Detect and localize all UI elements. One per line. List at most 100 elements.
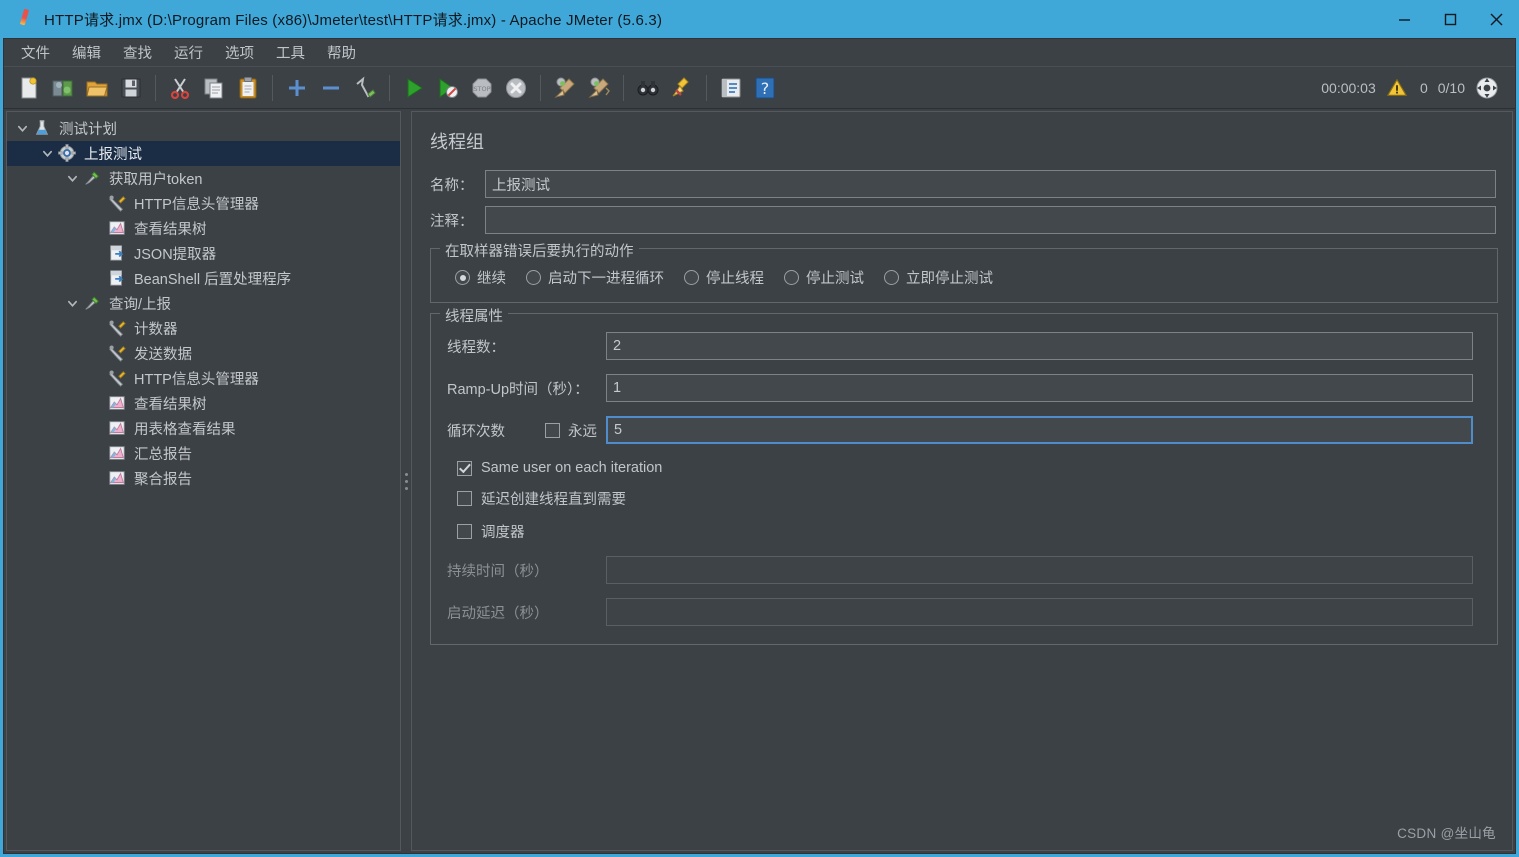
same-user-checkbox[interactable] <box>457 460 472 476</box>
tree-node-1[interactable]: 上报测试 <box>7 141 400 166</box>
on-error-radio-2[interactable]: 停止线程 <box>684 267 764 288</box>
tree-node-5[interactable]: JSON提取器 <box>7 241 400 266</box>
scheduler-row[interactable]: 调度器 <box>441 515 1487 548</box>
on-error-radio-4[interactable]: 立即停止测试 <box>884 267 993 288</box>
chevron-down-icon[interactable] <box>11 123 33 134</box>
menu-file[interactable]: 文件 <box>10 39 61 66</box>
on-error-radio-3[interactable]: 停止测试 <box>784 267 864 288</box>
tree-node-label: 测试计划 <box>59 122 117 138</box>
radio-indicator[interactable] <box>684 270 699 285</box>
open-folder-icon[interactable] <box>80 71 114 105</box>
on-error-radio-0[interactable]: 继续 <box>455 267 506 288</box>
function-helper-icon[interactable] <box>714 71 748 105</box>
listener-chart-icon <box>108 469 128 489</box>
radio-indicator[interactable] <box>784 270 799 285</box>
rampup-input[interactable] <box>606 374 1473 402</box>
thread-properties-legend: 线程属性 <box>440 305 508 326</box>
tree-node-label: 聚合报告 <box>134 472 192 488</box>
forever-label: 永远 <box>568 423 597 440</box>
tree-node-4[interactable]: 查看结果树 <box>7 216 400 241</box>
tree-node-10[interactable]: HTTP信息头管理器 <box>7 366 400 391</box>
start-play-icon[interactable] <box>397 71 431 105</box>
tree-node-8[interactable]: 计数器 <box>7 316 400 341</box>
paste-clipboard-icon[interactable] <box>231 71 265 105</box>
radio-indicator[interactable] <box>455 270 470 285</box>
content-area: 测试计划 上报测试 获取用户token HTTP信息头管理器 查看结果树 JSO… <box>4 109 1515 853</box>
tree-node-12[interactable]: 用表格查看结果 <box>7 416 400 441</box>
watermark: CSDN @坐山龟 <box>1397 826 1496 841</box>
menu-edit[interactable]: 编辑 <box>61 39 112 66</box>
loop-count-input[interactable] <box>606 416 1473 444</box>
clear-broom-icon[interactable] <box>548 71 582 105</box>
on-sampler-error-radios: 继续 启动下一进程循环 停止线程 停止测试 立即停止测试 <box>441 265 1487 290</box>
copy-icon[interactable] <box>197 71 231 105</box>
new-file-icon[interactable] <box>12 71 46 105</box>
tree-node-0[interactable]: 测试计划 <box>7 116 400 141</box>
menu-run[interactable]: 运行 <box>163 39 214 66</box>
on-error-radio-1[interactable]: 启动下一进程循环 <box>526 267 664 288</box>
delay-create-row[interactable]: 延迟创建线程直到需要 <box>441 482 1487 515</box>
chevron-down-icon[interactable] <box>61 173 83 184</box>
tree-node-7[interactable]: 查询/上报 <box>7 291 400 316</box>
chevron-down-icon[interactable] <box>61 298 83 309</box>
warning-triangle-icon[interactable] <box>1386 77 1408 99</box>
same-user-label: Same user on each iteration <box>481 460 663 476</box>
save-icon[interactable] <box>114 71 148 105</box>
menu-tools[interactable]: 工具 <box>265 39 316 66</box>
tree-node-6[interactable]: BeanShell 后置处理程序 <box>7 266 400 291</box>
close-button[interactable] <box>1473 0 1519 38</box>
test-plan-tree[interactable]: 测试计划 上报测试 获取用户token HTTP信息头管理器 查看结果树 JSO… <box>7 112 400 491</box>
search-reset-broom-icon[interactable] <box>665 71 699 105</box>
threads-input[interactable] <box>606 332 1473 360</box>
radio-indicator[interactable] <box>884 270 899 285</box>
startup-delay-label: 启动延迟（秒） <box>447 605 549 622</box>
minimize-button[interactable] <box>1381 0 1427 38</box>
startup-delay-field-row: 启动延迟（秒） <box>441 598 1487 626</box>
app-shell: 文件 编辑 查找 运行 选项 工具 帮助 STOP ? 00:00:03 0 0… <box>3 38 1516 854</box>
chevron-down-icon[interactable] <box>36 148 58 159</box>
forever-checkbox[interactable] <box>545 422 560 438</box>
toggle-pencil-icon[interactable] <box>348 71 382 105</box>
menu-options[interactable]: 选项 <box>214 39 265 66</box>
name-input[interactable] <box>485 170 1496 198</box>
cut-scissors-icon[interactable] <box>163 71 197 105</box>
start-no-pauses-icon[interactable] <box>431 71 465 105</box>
help-question-icon[interactable]: ? <box>748 71 782 105</box>
expand-plus-icon[interactable] <box>280 71 314 105</box>
tree-node-14[interactable]: 聚合报告 <box>7 466 400 491</box>
shutdown-x-icon[interactable] <box>499 71 533 105</box>
sampler-pin-icon <box>83 294 103 314</box>
on-sampler-error-legend: 在取样器错误后要执行的动作 <box>440 240 639 261</box>
collapse-minus-icon[interactable] <box>314 71 348 105</box>
tree-node-13[interactable]: 汇总报告 <box>7 441 400 466</box>
config-tools-icon <box>108 194 128 214</box>
same-user-row[interactable]: Same user on each iteration <box>441 454 1487 482</box>
radio-indicator[interactable] <box>526 270 541 285</box>
delay-thread-creation-checkbox[interactable] <box>457 491 472 506</box>
tree-node-11[interactable]: 查看结果树 <box>7 391 400 416</box>
comment-input[interactable] <box>485 206 1496 234</box>
tree-node-3[interactable]: HTTP信息头管理器 <box>7 191 400 216</box>
toolbar-separator <box>155 74 156 101</box>
scheduler-checkbox[interactable] <box>457 524 472 539</box>
panel-splitter[interactable] <box>401 109 411 853</box>
clear-all-broom-icon[interactable] <box>582 71 616 105</box>
maximize-button[interactable] <box>1427 0 1473 38</box>
delay-create-label: 延迟创建线程直到需要 <box>481 492 626 508</box>
forever-checkbox-row[interactable]: 永远 <box>545 420 606 441</box>
toolbar-separator <box>389 74 390 101</box>
window-title: HTTP请求.jmx (D:\Program Files (x86)\Jmete… <box>44 11 663 29</box>
menu-search[interactable]: 查找 <box>112 39 163 66</box>
thread-group-panel: 线程组 名称： 注释： 在取样器错误后要执行的动作 继续 启动下一进程循环 停止线程… <box>411 111 1513 851</box>
tree-node-2[interactable]: 获取用户token <box>7 166 400 191</box>
on-error-radio-label: 立即停止测试 <box>906 271 993 287</box>
tree-node-9[interactable]: 发送数据 <box>7 341 400 366</box>
stop-sign-icon[interactable]: STOP <box>465 71 499 105</box>
menu-help[interactable]: 帮助 <box>316 39 367 66</box>
templates-icon[interactable] <box>46 71 80 105</box>
comment-field-row: 注释： <box>430 206 1498 234</box>
thread-status-icon[interactable] <box>1475 76 1499 100</box>
search-binoculars-icon[interactable] <box>631 71 665 105</box>
tree-node-label: 查看结果树 <box>134 222 207 238</box>
jmeter-feather-icon <box>14 8 36 30</box>
